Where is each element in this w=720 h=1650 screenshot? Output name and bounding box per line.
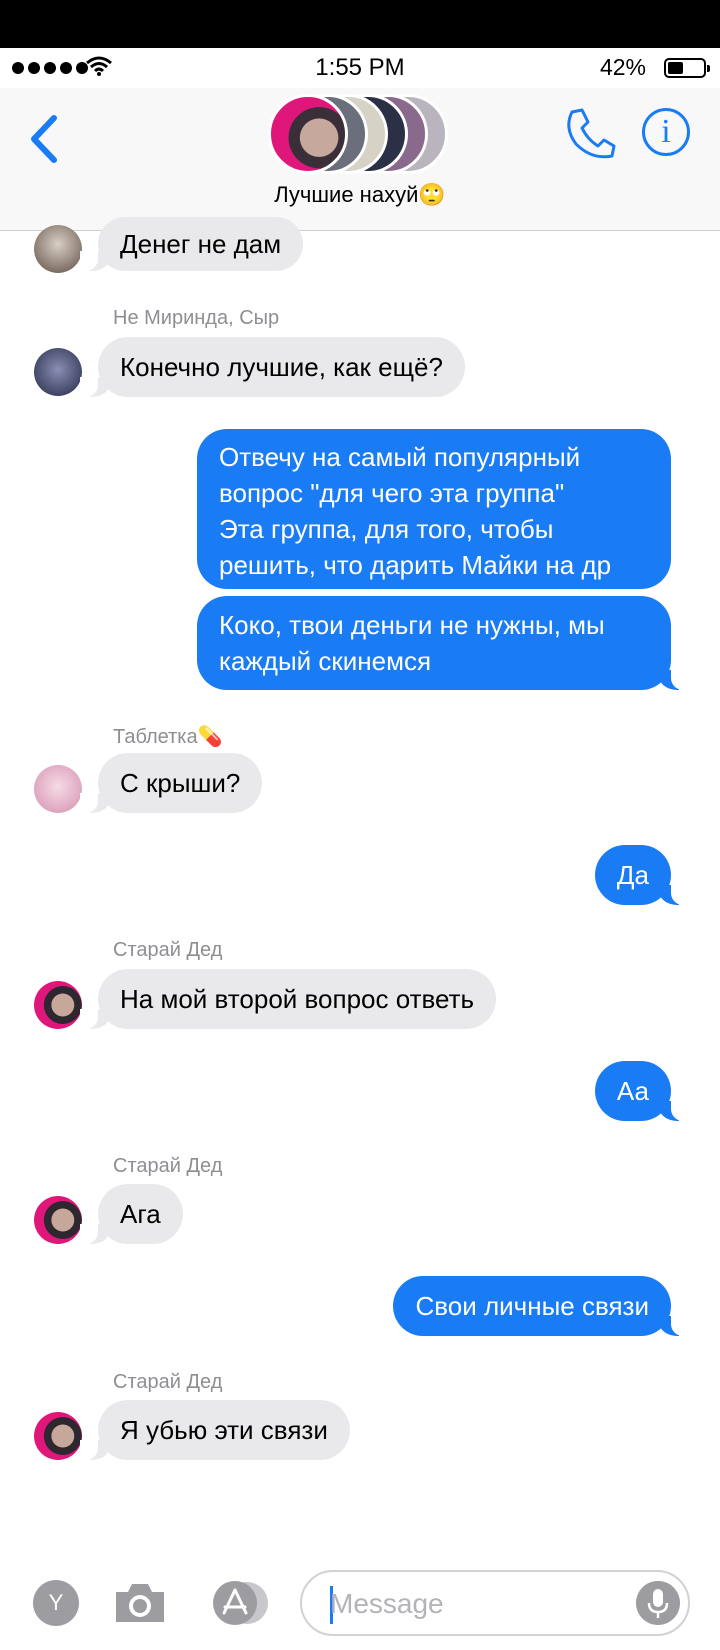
incoming-message-bubble[interactable]: Денег не дам xyxy=(80,217,304,271)
outgoing-message-bubble[interactable]: Да xyxy=(594,845,689,905)
sender-name: Старай Дед xyxy=(113,1371,223,1393)
bubble-tail xyxy=(80,251,110,271)
status-bar: 1:55 PM 42% xyxy=(0,48,720,88)
sender-name: Таблетка💊 xyxy=(113,726,223,748)
message-text: С крыши? xyxy=(120,768,241,798)
group-main-avatar xyxy=(268,94,348,174)
sender-avatar[interactable] xyxy=(34,1196,82,1244)
group-name[interactable]: Лучшие нахуй🙄 xyxy=(0,182,720,208)
bubble-tail xyxy=(659,1101,689,1121)
camera-icon[interactable] xyxy=(112,1580,168,1626)
sender-avatar[interactable] xyxy=(34,1412,82,1460)
incoming-message-bubble[interactable]: Я убью эти связи xyxy=(80,1400,350,1460)
message-text: Ага xyxy=(120,1199,161,1229)
bubble-tail xyxy=(80,793,110,813)
message-list: Денег не дам Не Миринда, Сыр Конечно луч… xyxy=(0,217,720,1541)
sender-avatar[interactable] xyxy=(34,348,82,396)
message-field[interactable] xyxy=(300,1570,690,1636)
bubble-tail xyxy=(80,377,110,397)
message-text: Свои личные связи xyxy=(415,1291,649,1321)
sender-name: Старай Дед xyxy=(113,939,223,961)
bubble-tail xyxy=(80,1440,110,1460)
sender-avatar[interactable] xyxy=(34,981,82,1029)
message-text: На мой второй вопрос ответь xyxy=(120,984,475,1014)
bubble-tail xyxy=(80,1224,110,1244)
sender-avatar[interactable] xyxy=(34,765,82,813)
message-text: Конечно лучшие, как ещё? xyxy=(120,352,443,382)
bubble-tail xyxy=(80,1009,110,1029)
phone-icon[interactable] xyxy=(562,106,616,164)
info-icon[interactable]: i xyxy=(642,108,690,156)
compose-bar: Y xyxy=(0,1560,720,1650)
app-store-icon[interactable] xyxy=(205,1580,271,1626)
outgoing-message-bubble[interactable]: Аа xyxy=(594,1061,689,1121)
incoming-message-bubble[interactable]: Ага xyxy=(80,1184,183,1244)
bubble-tail xyxy=(659,885,689,905)
y-app-button[interactable]: Y xyxy=(33,1580,79,1626)
outgoing-message-bubble[interactable]: Коко, твои деньги не нужны, мы каждый ск… xyxy=(197,596,689,690)
battery-percent: 42% xyxy=(599,54,646,80)
message-text: Да xyxy=(616,860,649,890)
chevron-left-icon[interactable] xyxy=(26,112,66,166)
outgoing-message-bubble[interactable]: Отвечу на самый популярный вопрос "для ч… xyxy=(197,429,671,589)
microphone-icon[interactable] xyxy=(636,1581,680,1625)
sender-avatar[interactable] xyxy=(34,225,82,273)
outgoing-message-bubble[interactable]: Свои личные связи xyxy=(393,1276,689,1336)
incoming-message-bubble[interactable]: С крыши? xyxy=(80,753,263,813)
message-text: Коко, твои деньги не нужны, мы каждый ск… xyxy=(219,610,605,676)
sender-name: Не Миринда, Сыр xyxy=(113,307,280,329)
message-text: Денег не дам xyxy=(120,229,282,259)
conversation-header: Лучшие нахуй🙄 i xyxy=(0,88,720,231)
sender-name: Старай Дед xyxy=(113,1155,223,1177)
group-avatar-stack[interactable] xyxy=(268,88,458,180)
bubble-tail xyxy=(659,1316,689,1336)
message-text: Аа xyxy=(616,1076,649,1106)
incoming-message-bubble[interactable]: Конечно лучшие, как ещё? xyxy=(80,337,465,397)
message-text: Отвечу на самый популярный вопрос "для ч… xyxy=(219,442,612,580)
incoming-message-bubble[interactable]: На мой второй вопрос ответь xyxy=(80,969,497,1029)
bubble-tail xyxy=(659,670,689,690)
message-input[interactable] xyxy=(328,1582,610,1626)
message-text: Я убью эти связи xyxy=(120,1415,328,1445)
battery-icon xyxy=(664,58,710,78)
top-black-bar xyxy=(0,0,720,48)
